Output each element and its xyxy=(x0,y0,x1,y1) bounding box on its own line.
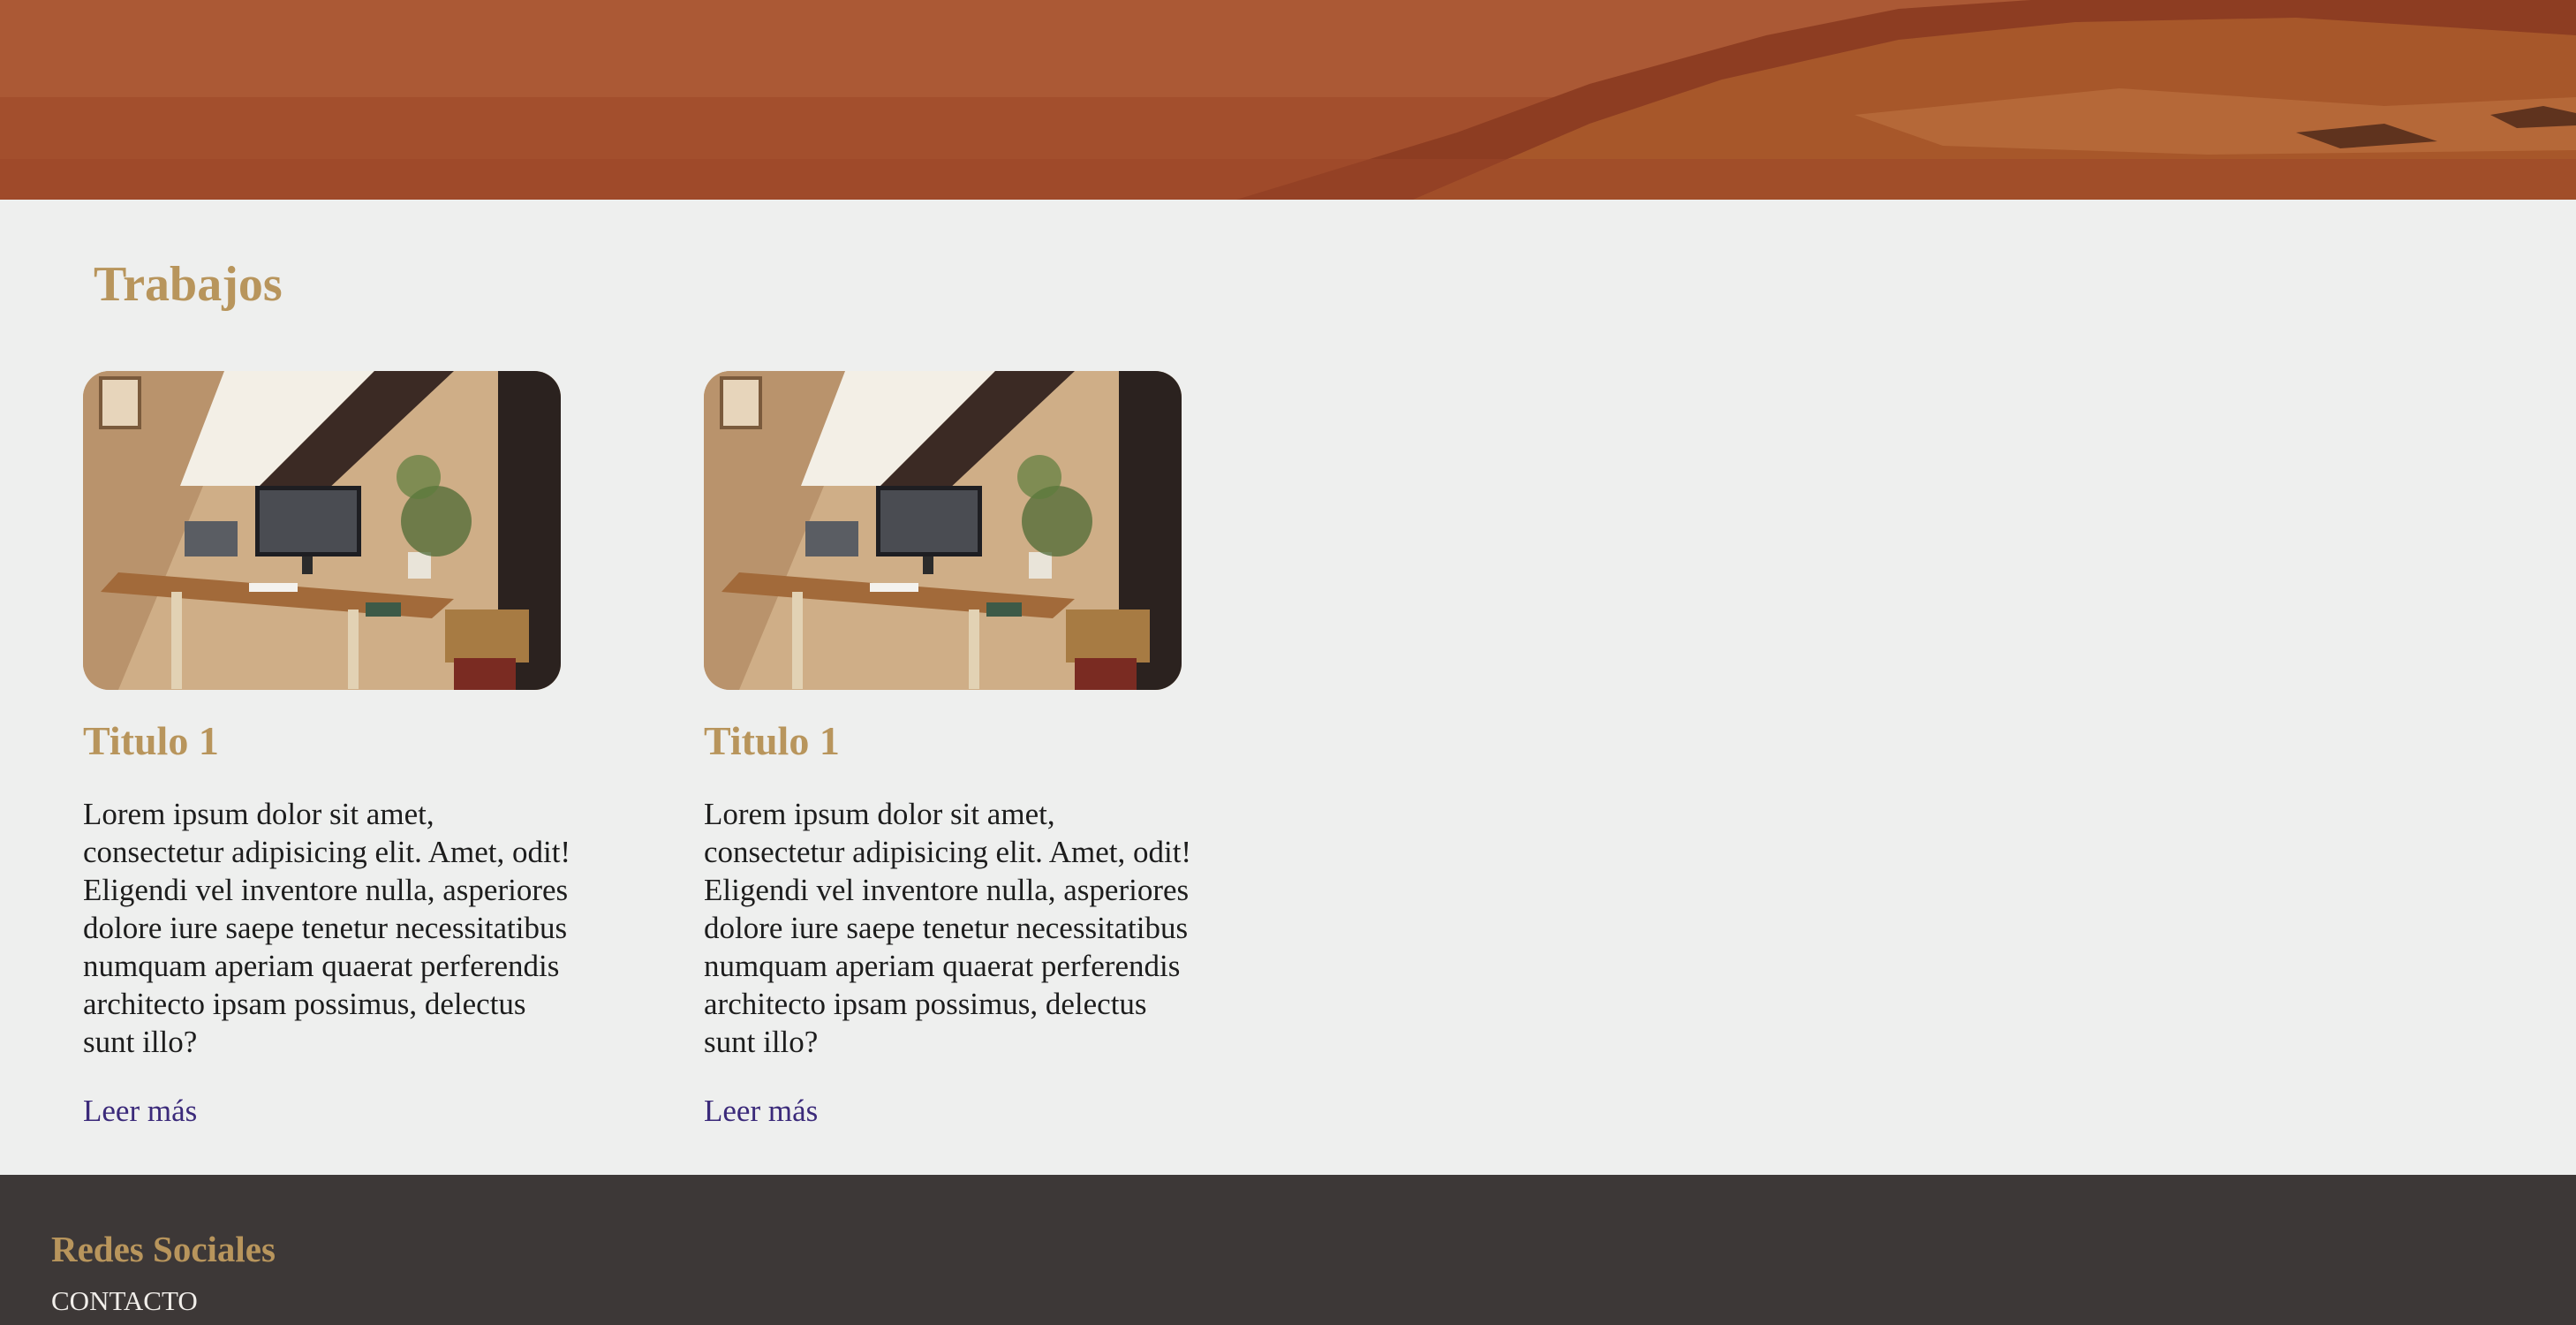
card-image xyxy=(83,371,561,690)
card-description: Lorem ipsum dolor sit amet, consectetur … xyxy=(704,797,1192,1059)
read-more-link[interactable]: Leer más xyxy=(704,1094,818,1129)
footer-title: Redes Sociales xyxy=(51,1229,276,1269)
card-image xyxy=(704,371,1182,690)
workspace-photo xyxy=(704,371,1182,690)
contact-link[interactable]: CONTACTO xyxy=(51,1285,198,1317)
work-card: Titulo 1 Lorem ipsum dolor sit amet, con… xyxy=(704,371,1198,1128)
desert-landscape-image xyxy=(0,0,2576,200)
card-title: Titulo 1 xyxy=(704,718,840,763)
read-more-link[interactable]: Leer más xyxy=(83,1094,197,1129)
workspace-photo xyxy=(83,371,561,690)
hero-banner xyxy=(0,0,2576,200)
footer: Redes Sociales CONTACTO xyxy=(0,1175,2576,1325)
section-title: Trabajos xyxy=(94,257,283,312)
card-description: Lorem ipsum dolor sit amet, consectetur … xyxy=(83,797,571,1059)
work-card: Titulo 1 Lorem ipsum dolor sit amet, con… xyxy=(83,371,578,1128)
card-title: Titulo 1 xyxy=(83,718,219,763)
